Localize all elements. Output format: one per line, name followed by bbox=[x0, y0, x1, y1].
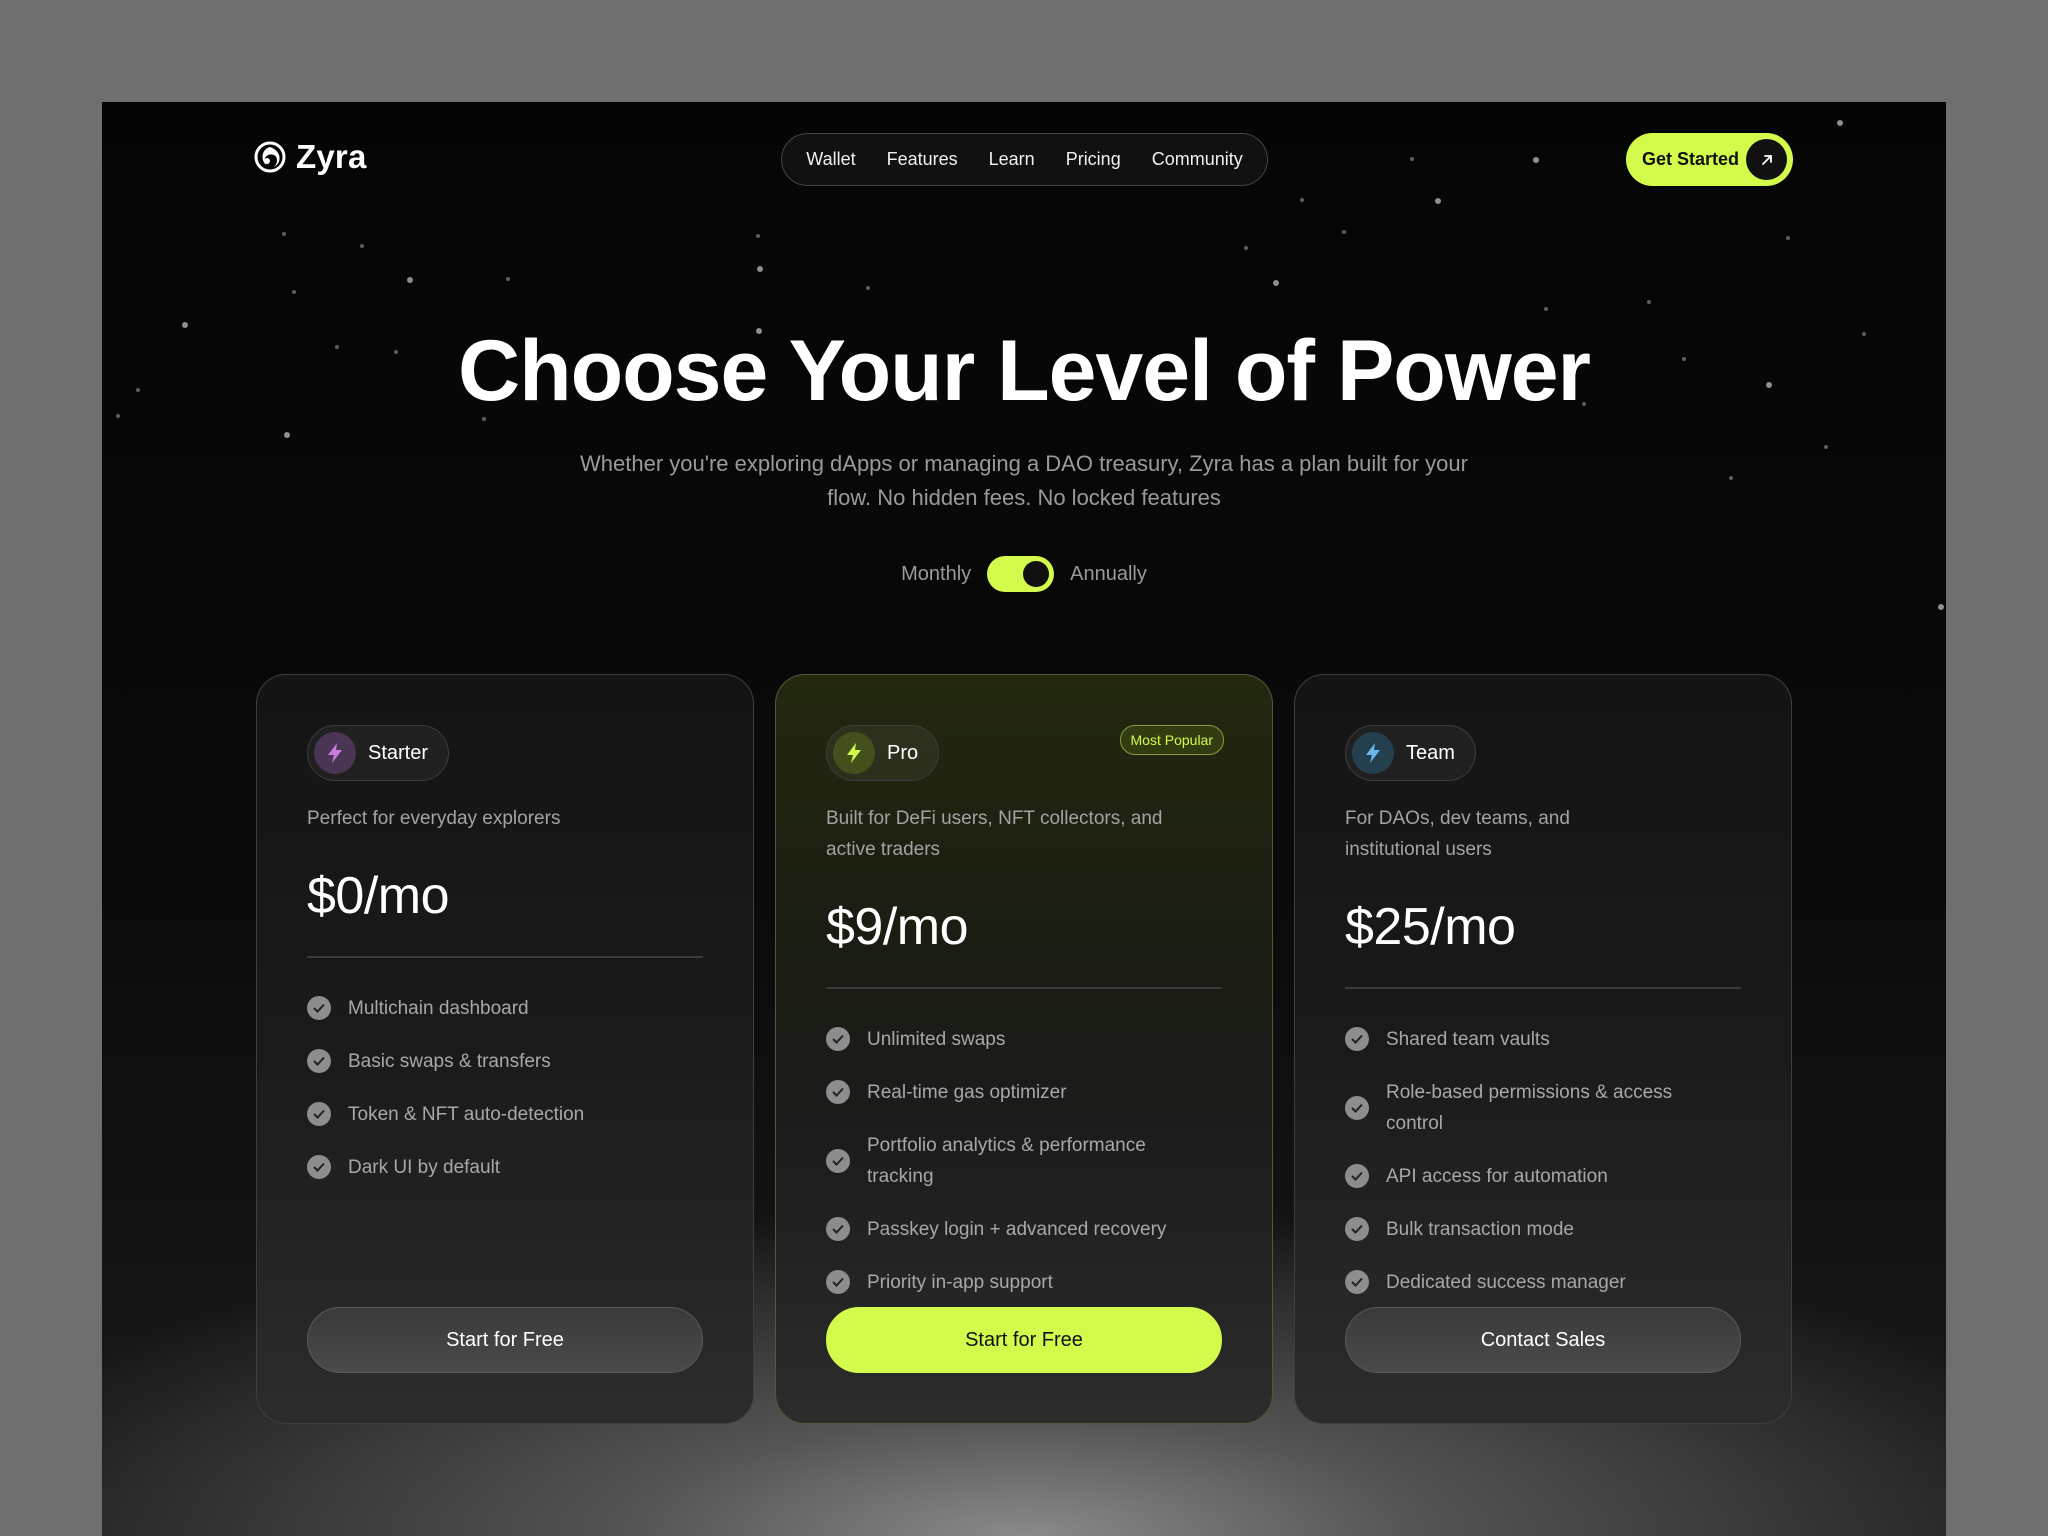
feature-item: Unlimited swaps bbox=[826, 1013, 1222, 1066]
divider bbox=[826, 987, 1222, 989]
feature-item: Real-time gas optimizer bbox=[826, 1066, 1222, 1119]
main-nav: Wallet Features Learn Pricing Community bbox=[781, 133, 1268, 186]
feature-item: Dedicated success manager bbox=[1345, 1256, 1741, 1309]
feature-text: Multichain dashboard bbox=[348, 997, 529, 1019]
billing-toggle[interactable] bbox=[987, 556, 1055, 592]
check-icon bbox=[307, 1102, 331, 1126]
plan-description: Built for DeFi users, NFT collectors, an… bbox=[826, 808, 1163, 860]
feature-list: Multichain dashboard Basic swaps & trans… bbox=[307, 982, 703, 1194]
nav-item-community[interactable]: Community bbox=[1152, 149, 1243, 170]
feature-text: Role-based permissions & access control bbox=[1386, 1081, 1673, 1134]
feature-item: Passkey login + advanced recovery bbox=[826, 1203, 1222, 1256]
check-icon bbox=[1345, 1027, 1369, 1051]
nav-item-wallet[interactable]: Wallet bbox=[806, 149, 855, 170]
feature-item: Bulk transaction mode bbox=[1345, 1203, 1741, 1256]
plan-badge: Pro bbox=[826, 725, 940, 781]
plan-card-pro: Pro Most Popular Built for DeFi users, N… bbox=[775, 674, 1273, 1424]
contact-sales-button[interactable]: Contact Sales bbox=[1345, 1307, 1741, 1373]
plan-name: Starter bbox=[368, 741, 429, 764]
plan-price: $25/mo bbox=[1345, 898, 1516, 956]
plan-card-starter: Starter Perfect for everyday explorers $… bbox=[256, 674, 754, 1424]
plan-price: $9/mo bbox=[826, 898, 969, 956]
plan-card-team: Team For DAOs, dev teams, and institutio… bbox=[1294, 674, 1792, 1424]
get-started-label: Get Started bbox=[1642, 149, 1740, 169]
annually-label[interactable]: Annually bbox=[1070, 563, 1147, 586]
feature-item: Token & NFT auto-detection bbox=[307, 1088, 703, 1141]
feature-text: Passkey login + advanced recovery bbox=[867, 1218, 1167, 1240]
page-subtitle: Whether you're exploring dApps or managi… bbox=[580, 451, 1468, 510]
divider bbox=[307, 956, 703, 958]
check-icon bbox=[1345, 1095, 1369, 1120]
plan-name: Team bbox=[1406, 741, 1455, 764]
feature-item: Dark UI by default bbox=[307, 1141, 703, 1194]
lightning-icon bbox=[314, 732, 356, 774]
feature-item: Shared team vaults bbox=[1345, 1013, 1741, 1066]
feature-text: Dedicated success manager bbox=[1386, 1271, 1626, 1293]
plan-badge: Team bbox=[1345, 725, 1476, 781]
feature-item: Role-based permissions & access control bbox=[1345, 1066, 1741, 1150]
check-icon bbox=[826, 1270, 850, 1294]
button-label: Start for Free bbox=[446, 1328, 564, 1351]
nav-item-pricing[interactable]: Pricing bbox=[1066, 149, 1121, 170]
feature-item: Priority in-app support bbox=[826, 1256, 1222, 1309]
start-for-free-button[interactable]: Start for Free bbox=[307, 1307, 703, 1373]
toggle-knob bbox=[1023, 561, 1050, 587]
feature-item: Portfolio analytics & performance tracki… bbox=[826, 1119, 1222, 1203]
check-icon bbox=[826, 1217, 850, 1241]
feature-list: Shared team vaults Role-based permission… bbox=[1345, 1013, 1741, 1309]
feature-item: Basic swaps & transfers bbox=[307, 1035, 703, 1088]
feature-item: API access for automation bbox=[1345, 1150, 1741, 1203]
plan-name: Pro bbox=[887, 741, 919, 764]
brand-name: Zyra bbox=[296, 138, 367, 175]
most-popular-badge: Most Popular bbox=[1119, 725, 1224, 755]
feature-text: Shared team vaults bbox=[1386, 1028, 1550, 1050]
brand-logo[interactable]: Zyra bbox=[254, 138, 367, 176]
lightning-icon bbox=[833, 732, 875, 774]
plan-badge: Starter bbox=[307, 725, 450, 781]
check-icon bbox=[307, 1155, 331, 1179]
divider bbox=[1345, 987, 1741, 989]
feature-text: Portfolio analytics & performance tracki… bbox=[867, 1134, 1146, 1187]
feature-text: Basic swaps & transfers bbox=[348, 1050, 551, 1072]
plan-price: $0/mo bbox=[307, 867, 450, 925]
monthly-label[interactable]: Monthly bbox=[901, 563, 971, 586]
billing-toggle-row: Monthly Annually bbox=[102, 556, 1946, 592]
arrow-up-right-icon bbox=[1746, 139, 1787, 180]
plan-description: Perfect for everyday explorers bbox=[307, 808, 561, 829]
feature-list: Unlimited swaps Real-time gas optimizer … bbox=[826, 1013, 1222, 1309]
feature-text: Bulk transaction mode bbox=[1386, 1218, 1574, 1240]
feature-text: API access for automation bbox=[1386, 1165, 1608, 1187]
start-for-free-button[interactable]: Start for Free bbox=[826, 1307, 1222, 1373]
button-label: Contact Sales bbox=[1480, 1328, 1606, 1351]
feature-text: Priority in-app support bbox=[867, 1271, 1053, 1293]
nav-item-features[interactable]: Features bbox=[887, 149, 958, 170]
feature-text: Dark UI by default bbox=[348, 1156, 501, 1178]
check-icon bbox=[826, 1027, 850, 1051]
check-icon bbox=[307, 1049, 331, 1073]
page-frame: Zyra Wallet Features Learn Pricing Commu… bbox=[102, 102, 1946, 1536]
page-title: Choose Your Level of Power bbox=[457, 323, 1591, 419]
feature-text: Real-time gas optimizer bbox=[867, 1081, 1067, 1103]
feature-text: Token & NFT auto-detection bbox=[348, 1103, 585, 1125]
check-icon bbox=[826, 1148, 850, 1173]
check-icon bbox=[1345, 1164, 1369, 1188]
nav-item-learn[interactable]: Learn bbox=[989, 149, 1035, 170]
get-started-button[interactable]: Get Started bbox=[1626, 133, 1793, 186]
check-icon bbox=[1345, 1270, 1369, 1294]
check-icon bbox=[307, 996, 331, 1020]
plan-description: For DAOs, dev teams, and institutional u… bbox=[1345, 808, 1570, 860]
lightning-icon bbox=[1352, 732, 1394, 774]
check-icon bbox=[826, 1080, 850, 1104]
feature-item: Multichain dashboard bbox=[307, 982, 703, 1035]
feature-text: Unlimited swaps bbox=[867, 1028, 1006, 1050]
button-label: Start for Free bbox=[965, 1328, 1083, 1351]
check-icon bbox=[1345, 1217, 1369, 1241]
yin-swirl-icon bbox=[254, 141, 286, 173]
